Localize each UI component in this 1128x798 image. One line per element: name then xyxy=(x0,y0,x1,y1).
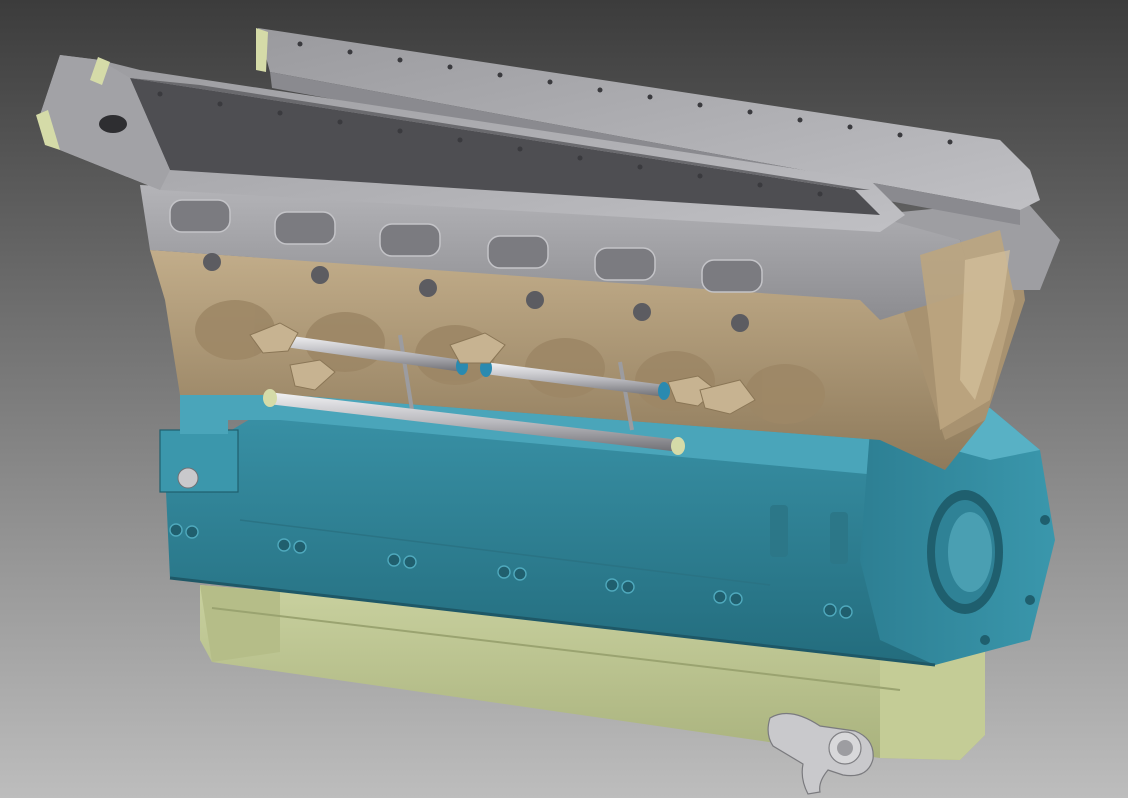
engine-assembly-render[interactable] xyxy=(0,0,1128,798)
cad-3d-viewport[interactable] xyxy=(0,0,1128,798)
